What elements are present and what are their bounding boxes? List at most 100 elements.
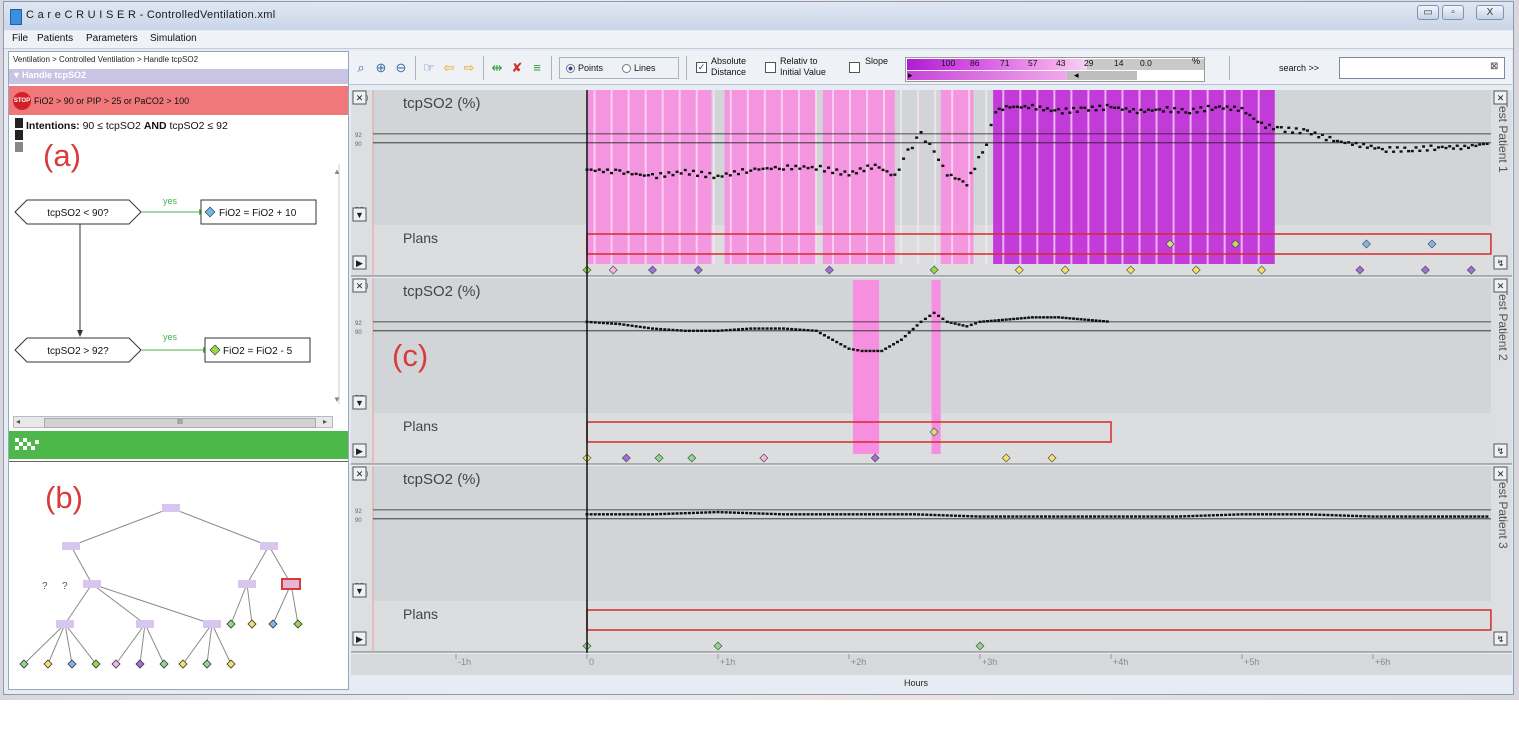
menu-parameters[interactable]: Parameters — [86, 33, 138, 44]
close-button[interactable]: X — [1476, 5, 1504, 20]
data-point — [638, 325, 642, 329]
data-point — [1365, 146, 1369, 149]
data-point — [1007, 515, 1011, 518]
collapse-triangle-icon[interactable]: ▼ — [12, 70, 21, 80]
data-point — [1097, 515, 1101, 518]
checkbox-slope[interactable] — [849, 62, 860, 73]
radio-points-label[interactable]: Points — [578, 63, 603, 73]
data-point — [1244, 513, 1248, 516]
menu-patients[interactable]: Patients — [37, 33, 73, 44]
data-point — [876, 513, 880, 516]
scroll-thumb[interactable]: III — [44, 418, 316, 428]
data-point — [1264, 126, 1268, 129]
data-point — [1012, 105, 1016, 109]
data-point — [1120, 108, 1124, 111]
data-point — [1269, 513, 1273, 516]
data-point — [810, 329, 814, 332]
data-point — [806, 513, 810, 516]
data-point — [716, 329, 720, 332]
data-point — [998, 515, 1002, 518]
maximize-button[interactable]: ▫ — [1442, 5, 1464, 20]
radio-points[interactable] — [566, 64, 575, 73]
menu-simulation[interactable]: Simulation — [150, 33, 197, 44]
data-point — [911, 327, 915, 331]
data-point — [1399, 150, 1403, 153]
band-stripe — [814, 90, 817, 264]
data-point — [1195, 111, 1199, 114]
data-point — [638, 173, 642, 176]
breadcrumb[interactable]: Ventilation > Controlled Ventilation > H… — [13, 55, 198, 64]
add-marker-icon[interactable]: ⇹ — [489, 60, 505, 76]
data-point — [1275, 125, 1279, 129]
data-point — [1105, 515, 1109, 518]
data-point — [822, 513, 826, 516]
zoom-fit-icon[interactable]: ⌕ — [353, 60, 369, 76]
data-point — [786, 513, 790, 516]
remove-marker-icon[interactable]: ✘ — [509, 60, 525, 76]
data-point — [1232, 513, 1236, 516]
data-point — [1090, 319, 1094, 322]
data-point — [1260, 513, 1264, 516]
data-point — [1030, 103, 1034, 107]
handle-header[interactable]: ▼ Handle tcpSO2 — [9, 69, 348, 84]
pan-icon[interactable]: ☞ — [421, 60, 437, 76]
data-point — [708, 511, 712, 514]
data-point — [765, 167, 769, 170]
data-point — [1207, 514, 1211, 517]
data-point — [794, 513, 798, 516]
search-input[interactable] — [1339, 57, 1505, 79]
checkbox-absolute-distance[interactable]: ✓ — [696, 62, 707, 73]
horizontal-scrollbar[interactable]: ◂ III ▸ — [13, 416, 333, 428]
data-point — [1301, 513, 1305, 516]
data-point — [881, 168, 885, 172]
plan-diamond-icon — [67, 659, 77, 669]
data-point — [1291, 131, 1295, 134]
data-point — [1004, 105, 1008, 108]
slider-left-handle[interactable]: ▸ — [908, 70, 913, 81]
plan-tree: ? ? — [19, 504, 303, 669]
radio-lines[interactable] — [622, 64, 631, 73]
data-point — [757, 327, 761, 330]
x-tick-label: +3h — [982, 657, 997, 667]
plan-finished-bar[interactable] — [9, 431, 348, 459]
color-scale-slider[interactable]: ▸ ◂ 100 86 71 57 43 29 14 0.0 — [905, 57, 1205, 82]
scroll-right-icon[interactable]: ▸ — [323, 417, 327, 426]
data-point — [1187, 514, 1191, 518]
data-point — [1015, 317, 1019, 320]
data-point — [885, 170, 889, 173]
arrow-left-icon[interactable]: ⇦ — [441, 60, 457, 76]
arrow-right-icon[interactable]: ⇨ — [461, 60, 477, 76]
minimize-button[interactable]: ▭ — [1417, 5, 1439, 20]
radio-lines-label[interactable]: Lines — [634, 63, 656, 73]
zoom-out-icon[interactable]: ⊖ — [393, 60, 409, 76]
zoom-in-icon[interactable]: ⊕ — [373, 60, 389, 76]
data-point — [1380, 147, 1384, 151]
data-point — [929, 513, 933, 517]
menu-file[interactable]: File — [12, 33, 28, 44]
data-point — [1328, 135, 1332, 139]
search-clear-icon[interactable]: ⊠ — [1490, 61, 1498, 72]
data-point — [1395, 146, 1399, 149]
filter-icon[interactable]: ≡ — [529, 60, 545, 76]
data-point — [1042, 108, 1046, 112]
data-point — [1412, 515, 1416, 518]
data-point — [761, 167, 765, 171]
stop-condition-row[interactable]: STOP FiO2 > 90 or PIP > 25 or PaCO2 > 10… — [9, 86, 348, 115]
data-point — [679, 512, 683, 515]
data-point — [1131, 108, 1135, 111]
data-point — [1293, 513, 1297, 516]
data-point — [1034, 316, 1038, 319]
checkbox-relative-initial[interactable] — [765, 62, 776, 73]
data-point — [1003, 515, 1007, 518]
data-point — [1019, 317, 1023, 320]
data-point — [860, 349, 864, 353]
data-point — [683, 329, 687, 332]
data-point — [1273, 513, 1277, 516]
title-bar[interactable]: C a r e C R U I S E R - ControlledVentil… — [4, 2, 1513, 30]
action-1-text: FiO2 = FiO2 + 10 — [219, 208, 297, 219]
data-point — [937, 513, 941, 517]
slider-right-handle[interactable]: ◂ — [1074, 70, 1079, 81]
scroll-left-icon[interactable]: ◂ — [16, 417, 20, 426]
data-point — [646, 326, 650, 330]
tree-node — [162, 504, 180, 512]
